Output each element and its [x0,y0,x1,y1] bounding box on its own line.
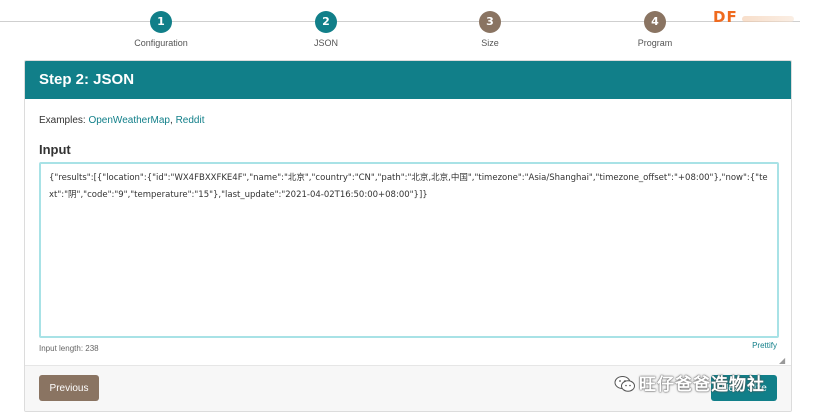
step-number: 3 [479,11,501,33]
stepper: 1 Configuration 2 JSON 3 Size 4 Program [0,0,823,56]
wechat-icon [614,376,635,392]
brand-logo: DF [713,8,738,26]
step-number: 4 [644,11,666,33]
step-label: Configuration [134,38,188,48]
json-step-card: Step 2: JSON Examples: OpenWeatherMap, R… [24,60,792,412]
watermark-text: 旺仔爸爸造物社 [639,375,765,395]
input-heading: Input [39,142,71,157]
watermark: 旺仔爸爸造物社 [614,370,765,395]
step-size[interactable]: 3 Size [430,11,550,48]
step-label: JSON [313,38,338,48]
step-label: Size [481,38,499,48]
step-number: 1 [150,11,172,33]
json-input[interactable]: {"results":[{"location":{"id":"WX4FBXXFK… [39,162,779,338]
examples-line: Examples: OpenWeatherMap, Reddit [39,115,204,126]
step-json[interactable]: 2 JSON [266,11,386,48]
brand-logo-fade [742,16,794,22]
example-link-reddit[interactable]: Reddit [176,115,205,126]
step-configuration[interactable]: 1 Configuration [101,11,221,48]
step-program[interactable]: 4 Program [595,11,715,48]
prettify-link[interactable]: Prettify [752,341,777,350]
example-link-openweathermap[interactable]: OpenWeatherMap [88,115,170,126]
step-number: 2 [315,11,337,33]
resize-handle-icon[interactable]: ◢ [779,357,787,365]
examples-prefix: Examples: [39,115,89,126]
previous-button[interactable]: Previous [39,375,99,401]
input-length: Input length: 238 [39,344,99,353]
card-title: Step 2: JSON [25,61,791,99]
step-label: Program [637,38,673,48]
